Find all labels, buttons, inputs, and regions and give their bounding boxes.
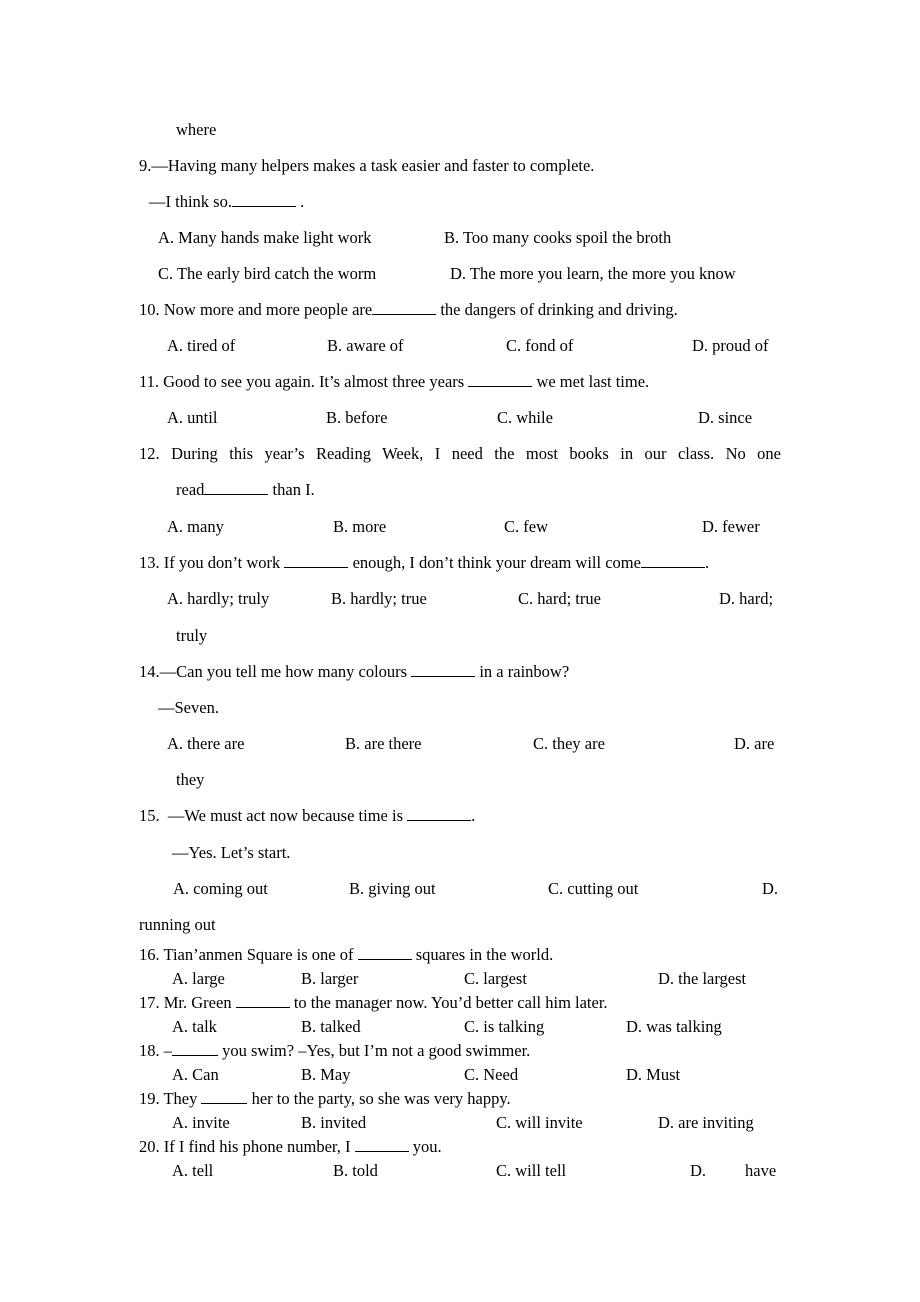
question-15-option-d-wrap[interactable]: running out [139,915,216,935]
question-10-option-c[interactable]: C. fond of [506,336,573,356]
answer-blank[interactable] [201,1089,248,1104]
question-16-option-d[interactable]: D. the largest [658,969,746,989]
question-17-option-b[interactable]: B. talked [301,1017,361,1037]
question-14-option-a[interactable]: A. there are [167,734,244,754]
question-11-option-b[interactable]: B. before [326,408,387,428]
question-15-reply: —Yes. Let’s start. [172,843,291,862]
question-13-option-d[interactable]: D. hard; [719,589,773,609]
question-13-stem: 13. If you don’t work enough, I don’t th… [139,553,710,572]
question-20-option-c[interactable]: C. will tell [496,1161,566,1181]
question-12-option-a[interactable]: A. many [167,517,224,537]
question-9-option-d[interactable]: D. The more you learn, the more you know [450,264,736,284]
question-14-reply: —Seven. [158,698,219,717]
question-17-option-c[interactable]: C. is talking [464,1017,544,1037]
answer-blank[interactable] [231,192,296,207]
question-9-reply: —I think so. . [149,192,305,211]
question-16-option-a[interactable]: A. large [172,969,225,989]
question-13-option-d-wrap[interactable]: truly [176,626,207,646]
question-9-option-c[interactable]: C. The early bird catch the worm [158,264,376,284]
carryover-text: where [176,120,217,139]
question-11-option-a[interactable]: A. until [167,408,217,428]
answer-blank[interactable] [468,372,533,387]
question-17-option-d[interactable]: D. was talking [626,1017,722,1037]
question-19-option-a[interactable]: A. invite [172,1113,230,1133]
question-19-option-b[interactable]: B. invited [301,1113,366,1133]
answer-blank[interactable] [172,1041,218,1056]
question-15-option-d[interactable]: D. [762,879,778,899]
question-11-option-d[interactable]: D. since [698,408,752,428]
question-14-option-b[interactable]: B. are there [345,734,422,754]
question-16-stem: 16. Tian’anmen Square is one of squares … [139,945,554,964]
question-18-stem: 18. – you swim? –Yes, but I’m not a good… [139,1041,531,1060]
question-20-option-b[interactable]: B. told [333,1161,378,1181]
question-15-stem: 15. —We must act now because time is . [139,806,476,825]
question-9-option-b[interactable]: B. Too many cooks spoil the broth [444,228,671,248]
question-9-stem: 9.—Having many helpers makes a task easi… [139,156,595,175]
question-11-stem: 11. Good to see you again. It’s almost t… [139,372,650,391]
question-13-option-a[interactable]: A. hardly; truly [167,589,269,609]
question-18-option-a[interactable]: A. Can [172,1065,219,1085]
question-12-stem-line2: read than I. [176,480,315,499]
answer-blank[interactable] [357,945,412,960]
question-10-stem: 10. Now more and more people are the dan… [139,300,678,319]
question-19-option-c[interactable]: C. will invite [496,1113,583,1133]
question-14-stem: 14.—Can you tell me how many colours in … [139,662,570,681]
question-17-option-a[interactable]: A. talk [172,1017,217,1037]
question-13-option-c[interactable]: C. hard; true [518,589,601,609]
question-12-option-c[interactable]: C. few [504,517,548,537]
question-14-option-d-wrap[interactable]: they [176,770,204,790]
question-18-option-b[interactable]: B. May [301,1065,351,1085]
question-15-option-a[interactable]: A. coming out [173,879,268,899]
question-14-option-d[interactable]: D. are [734,734,774,754]
answer-blank[interactable] [640,553,705,568]
answer-blank[interactable] [204,480,269,495]
question-14-option-c[interactable]: C. they are [533,734,605,754]
question-10-option-b[interactable]: B. aware of [327,336,404,356]
answer-blank[interactable] [235,993,290,1008]
question-19-stem: 19. They her to the party, so she was ve… [139,1089,511,1108]
question-18-option-d[interactable]: D. Must [626,1065,680,1085]
question-13-option-b[interactable]: B. hardly; true [331,589,427,609]
answer-blank[interactable] [407,806,472,821]
question-12-stem-line1: 12. During this year’s Reading Week, I n… [139,444,781,463]
question-20-stem: 20. If I find his phone number, I you. [139,1137,442,1156]
question-10-option-d[interactable]: D. proud of [692,336,769,356]
question-11-option-c[interactable]: C. while [497,408,553,428]
answer-blank[interactable] [411,662,476,677]
question-15-option-c[interactable]: C. cutting out [548,879,638,899]
answer-blank[interactable] [354,1137,409,1152]
question-16-option-b[interactable]: B. larger [301,969,358,989]
question-10-option-a[interactable]: A. tired of [167,336,235,356]
question-18-option-c[interactable]: C. Need [464,1065,518,1085]
question-19-option-d[interactable]: D. are inviting [658,1113,754,1133]
answer-blank[interactable] [284,553,349,568]
answer-blank[interactable] [372,300,437,315]
question-12-option-d[interactable]: D. fewer [702,517,760,537]
question-20-option-a[interactable]: A. tell [172,1161,213,1181]
question-20-option-d-tail[interactable]: have [745,1161,776,1181]
question-16-option-c[interactable]: C. largest [464,969,527,989]
question-12-option-b[interactable]: B. more [333,517,386,537]
question-20-option-d[interactable]: D. [690,1161,706,1181]
question-9-option-a[interactable]: A. Many hands make light work [158,228,372,248]
question-17-stem: 17. Mr. Green to the manager now. You’d … [139,993,608,1012]
question-15-option-b[interactable]: B. giving out [349,879,436,899]
